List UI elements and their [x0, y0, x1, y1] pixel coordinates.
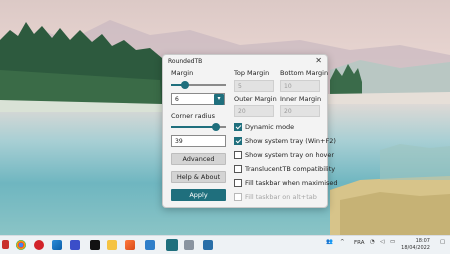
inner-margin-label: Inner Margin [280, 95, 322, 103]
checkbox-unchecked-icon [234, 165, 242, 173]
corner-radius-slider-fill [171, 126, 216, 128]
notification-icon[interactable]: ▢ [440, 239, 445, 245]
outer-margin-label: Outer Margin [234, 95, 277, 103]
dynamic-mode-checkbox[interactable]: Dynamic mode [234, 123, 294, 131]
checkbox-unchecked-icon [234, 151, 242, 159]
show-system-tray-checkbox[interactable]: Show system tray (Win+F2) [234, 137, 336, 145]
margin-slider-track [185, 84, 226, 86]
taskbar: 👥 ^ FRA ◔ ◁ ▭ 18:07 18/04/2022 ▢ [0, 235, 450, 254]
roundedtb-window: RoundedTB ✕ Margin 6 ▾ Corner radius 39 … [162, 54, 338, 208]
advanced-button[interactable]: Advanced [171, 153, 226, 165]
app-orange-icon[interactable] [125, 240, 135, 250]
top-margin-input[interactable]: 5 [234, 80, 274, 92]
fill-on-alt-tab-checkbox[interactable]: Fill taskbar on alt+tab [234, 193, 317, 201]
corner-radius-slider-thumb[interactable] [212, 123, 220, 131]
show-system-tray-label: Show system tray (Win+F2) [245, 137, 336, 145]
tray-on-hover-label: Show system tray on hover [245, 151, 335, 159]
app-blue-icon[interactable] [145, 240, 155, 250]
bottom-margin-label: Bottom Margin [280, 69, 329, 77]
chrome-icon[interactable] [16, 240, 26, 250]
checkbox-unchecked-icon [234, 193, 242, 201]
language-indicator[interactable]: FRA [354, 240, 365, 246]
help-about-button[interactable]: Help & About [171, 171, 226, 183]
mail-icon[interactable] [52, 240, 62, 250]
app-gray-icon[interactable] [184, 240, 194, 250]
wifi-icon[interactable]: ◔ [370, 239, 375, 245]
file-explorer-icon[interactable] [107, 240, 117, 250]
corner-radius-input[interactable]: 39 [171, 135, 226, 147]
clock-time: 18:07 [415, 238, 430, 244]
translucenttb-checkbox[interactable]: TranslucentTB compatibility [234, 165, 335, 173]
fill-when-maximised-checkbox[interactable]: Fill taskbar when maximised [234, 179, 338, 187]
dynamic-mode-label: Dynamic mode [245, 123, 295, 131]
inner-margin-input[interactable]: 20 [280, 105, 320, 117]
bottom-margin-input[interactable]: 10 [280, 80, 320, 92]
clock-date: 18/04/2022 [401, 245, 430, 251]
app-dark-icon[interactable] [90, 240, 100, 250]
checkbox-unchecked-icon [234, 179, 242, 187]
app-m-icon[interactable] [70, 240, 80, 250]
close-icon[interactable]: ✕ [315, 56, 322, 65]
margin-label: Margin [171, 69, 194, 77]
roundedtb-app-icon[interactable] [166, 239, 178, 251]
chevron-up-icon[interactable]: ^ [340, 239, 345, 245]
margin-slider-thumb[interactable] [181, 81, 189, 89]
volume-icon[interactable]: ◁ [380, 239, 384, 245]
network-people-icon[interactable]: 👥 [326, 239, 333, 245]
margin-dropdown-button[interactable]: ▾ [214, 93, 224, 105]
corner-radius-slider[interactable] [171, 123, 226, 131]
window-title: RoundedTB [168, 58, 203, 65]
top-margin-label: Top Margin [234, 69, 270, 77]
battery-icon[interactable]: ▭ [390, 239, 395, 245]
fill-when-maximised-label: Fill taskbar when maximised [245, 179, 338, 187]
checkbox-checked-icon [234, 123, 242, 131]
translucenttb-label: TranslucentTB compatibility [245, 165, 336, 173]
app-red-icon[interactable] [2, 240, 9, 249]
clock[interactable]: 18:07 18/04/2022 [401, 238, 430, 252]
opera-icon[interactable] [34, 240, 44, 250]
checkbox-checked-icon [234, 137, 242, 145]
tray-on-hover-checkbox[interactable]: Show system tray on hover [234, 151, 334, 159]
corner-radius-label: Corner radius [171, 112, 216, 120]
fill-on-alt-tab-label: Fill taskbar on alt+tab [245, 193, 317, 201]
outer-margin-input[interactable]: 20 [234, 105, 274, 117]
app-dark-blue-icon[interactable] [203, 240, 213, 250]
margin-slider[interactable] [171, 81, 226, 89]
apply-button[interactable]: Apply [171, 189, 226, 201]
